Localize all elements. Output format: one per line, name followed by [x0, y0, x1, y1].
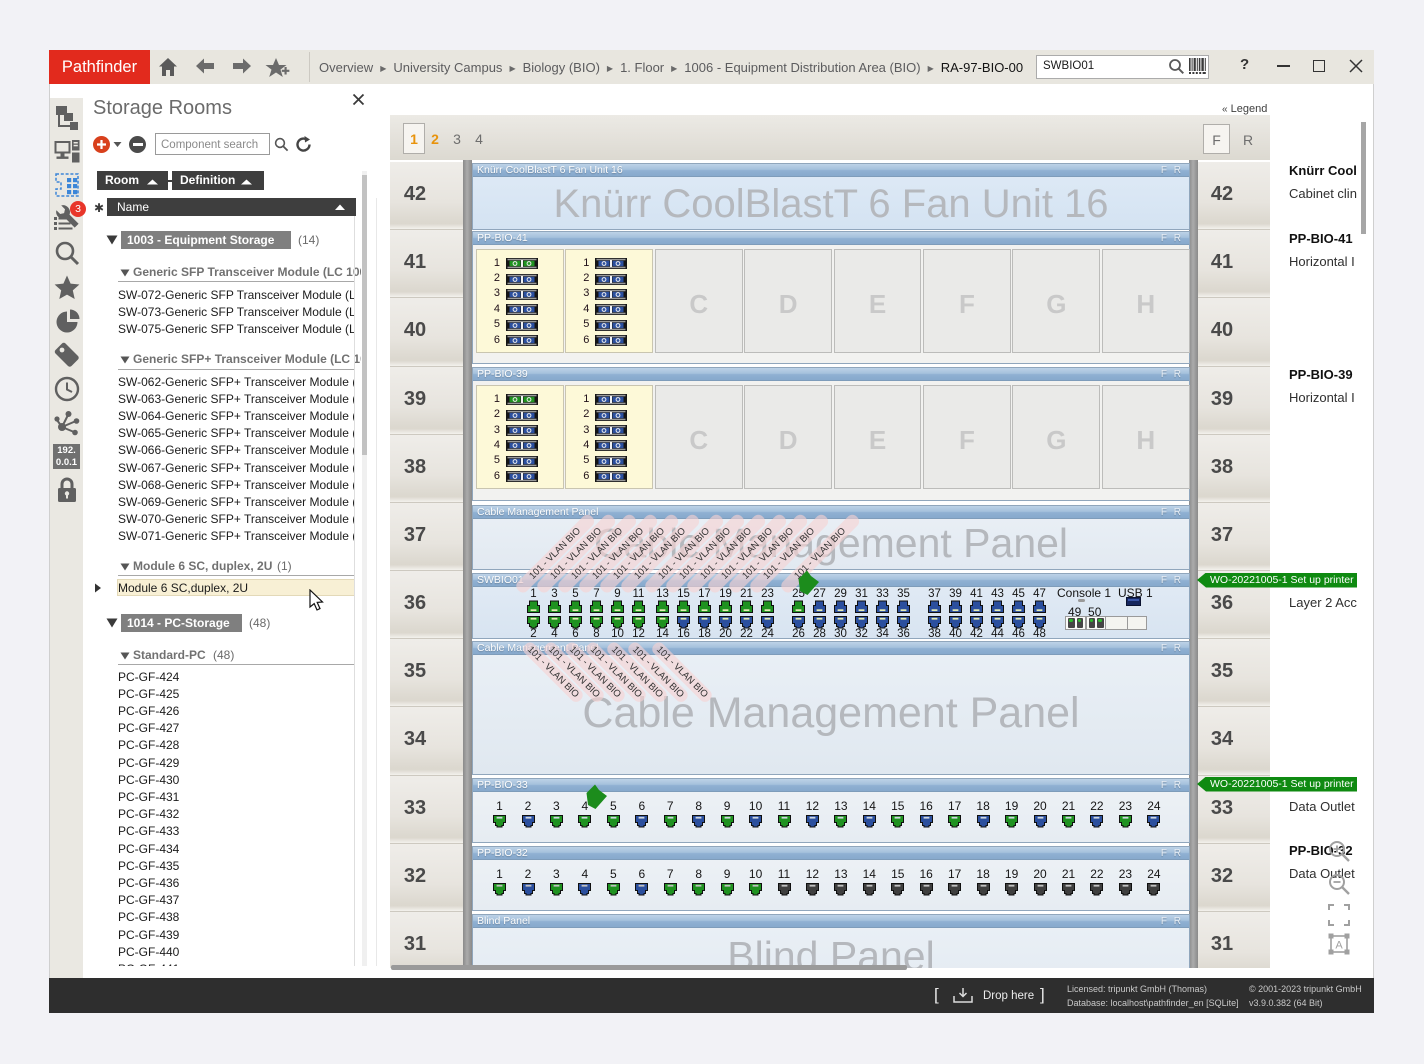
svg-text:A: A: [1335, 940, 1343, 952]
